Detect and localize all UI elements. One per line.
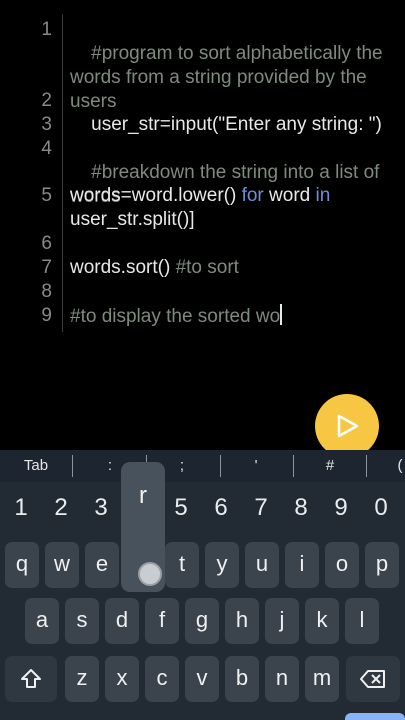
key-i[interactable]: i	[285, 542, 319, 588]
code-line-5[interactable]: words=word.lower() for word in user_str.…	[70, 184, 400, 232]
keyword-token: in	[315, 185, 331, 206]
play-icon	[337, 414, 359, 438]
number-key[interactable]: 2	[41, 494, 81, 522]
key-n[interactable]: n	[265, 656, 299, 702]
line-number: 7	[41, 257, 52, 278]
number-key[interactable]: 9	[321, 494, 361, 522]
key-j[interactable]: j	[265, 598, 299, 644]
key-f[interactable]: f	[145, 598, 179, 644]
key-o[interactable]: o	[325, 542, 359, 588]
divider	[293, 455, 294, 477]
key-t[interactable]: t	[165, 542, 199, 588]
key-x[interactable]: x	[105, 656, 139, 702]
line-number: 3	[41, 114, 52, 135]
symbol-key-quote[interactable]: '	[246, 457, 266, 474]
line-number: 6	[41, 233, 52, 254]
divider	[220, 455, 221, 477]
symbol-key-paren[interactable]: (	[390, 457, 405, 474]
key-u[interactable]: u	[245, 542, 279, 588]
line-number: 9	[41, 305, 52, 326]
code-token: #to display the sorted wo	[70, 306, 281, 327]
key-p[interactable]: p	[365, 542, 399, 588]
key-z[interactable]: z	[65, 656, 99, 702]
number-key[interactable]: 0	[361, 494, 401, 522]
line-number: 5	[41, 185, 52, 206]
code-token: word	[263, 185, 316, 206]
key-h[interactable]: h	[225, 598, 259, 644]
code-token: user_str=input("Enter any string: ")	[91, 114, 382, 135]
enter-key-edge[interactable]	[345, 713, 405, 720]
symbol-key-tab[interactable]: Tab	[18, 457, 54, 474]
key-c[interactable]: c	[145, 656, 179, 702]
key-b[interactable]: b	[225, 656, 259, 702]
touch-indicator	[138, 562, 162, 586]
keyword-token: for	[241, 185, 264, 206]
shift-icon	[21, 669, 41, 688]
key-a[interactable]: a	[25, 598, 59, 644]
code-token: words.sort()	[70, 257, 176, 278]
number-key[interactable]: 6	[201, 494, 241, 522]
code-line-7[interactable]: words.sort() #to sort	[70, 256, 400, 280]
code-token: words=word.lower()	[70, 185, 242, 206]
line-number: 1	[41, 19, 52, 40]
run-button[interactable]	[315, 394, 379, 458]
code-editor[interactable]: 1 2 3 4 5 6 7 8 9 #program to sort alpha…	[0, 0, 405, 450]
symbol-key-semicolon[interactable]: ;	[172, 457, 192, 474]
divider	[72, 455, 73, 477]
key-w[interactable]: w	[45, 542, 79, 588]
divider	[366, 455, 367, 477]
number-key[interactable]: 8	[281, 494, 321, 522]
key-k[interactable]: k	[305, 598, 339, 644]
line-number: 8	[41, 281, 52, 302]
key-v[interactable]: v	[185, 656, 219, 702]
number-key[interactable]: 1	[1, 494, 41, 522]
shift-key[interactable]	[5, 656, 57, 702]
symbol-key-hash[interactable]: #	[320, 457, 340, 474]
code-token: #to sort	[175, 257, 239, 278]
key-m[interactable]: m	[305, 656, 339, 702]
backspace-icon	[360, 670, 385, 688]
symbol-key-colon[interactable]: :	[100, 457, 120, 474]
key-g[interactable]: g	[185, 598, 219, 644]
code-line-9[interactable]: #to display the sorted wo	[70, 304, 400, 329]
popup-key-label: r	[139, 482, 147, 509]
number-key[interactable]: 7	[241, 494, 281, 522]
key-e[interactable]: e	[85, 542, 119, 588]
key-s[interactable]: s	[65, 598, 99, 644]
line-number: 4	[41, 138, 52, 159]
key-d[interactable]: d	[105, 598, 139, 644]
gutter-divider	[62, 14, 63, 332]
key-l[interactable]: l	[345, 598, 379, 644]
symbol-bar: Tab : ; ' # (	[0, 450, 405, 482]
key-q[interactable]: q	[5, 542, 39, 588]
number-key[interactable]: 3	[81, 494, 121, 522]
number-key[interactable]: 5	[161, 494, 201, 522]
text-cursor	[280, 304, 283, 325]
backspace-key[interactable]	[346, 656, 400, 702]
key-y[interactable]: y	[205, 542, 239, 588]
soft-keyboard: 1 2 3 4 5 6 7 8 9 0 q w e t y u i o p a …	[0, 482, 405, 720]
line-number: 2	[41, 90, 52, 111]
